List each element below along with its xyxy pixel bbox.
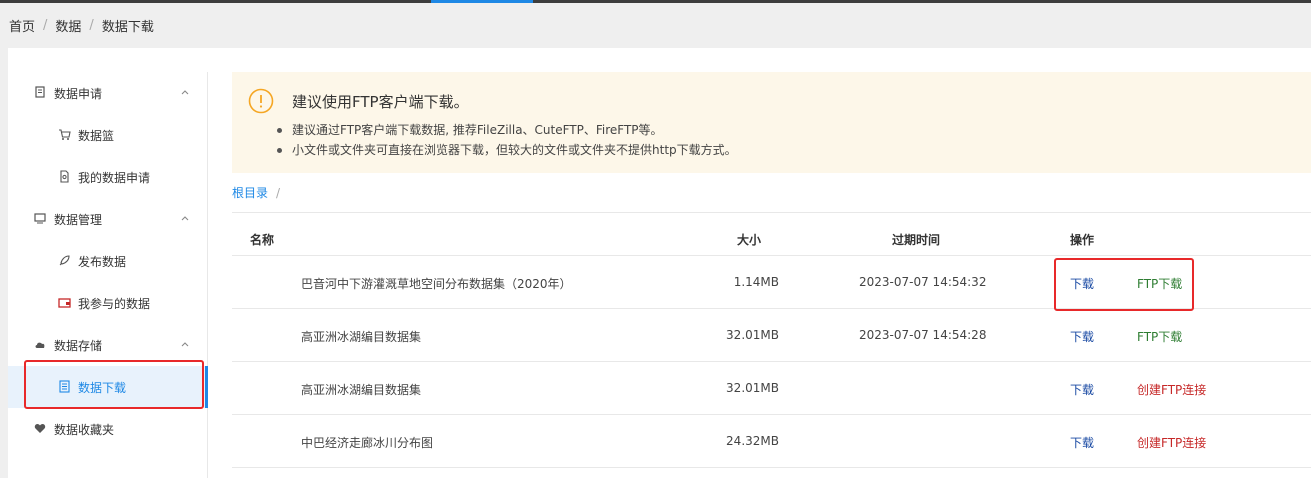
directory-separator: /	[276, 186, 281, 200]
file-size: 1.14MB	[733, 275, 779, 289]
sidebar-group-label: 数据申请	[54, 87, 103, 101]
cloud-icon	[35, 342, 45, 348]
notice-title: 建议使用FTP客户端下载。	[292, 93, 469, 111]
directory-breadcrumb: 根目录 /	[232, 184, 280, 201]
breadcrumb-separator: /	[43, 17, 48, 33]
sidebar-group-data-application[interactable]: 数据申请	[8, 72, 205, 114]
sidebar-item-label: 我参与的数据	[78, 297, 151, 311]
breadcrumb-separator: /	[89, 17, 94, 33]
table-row: 高亚洲冰湖编目数据集 32.01MB 2023-07-07 14:54:28 下…	[232, 308, 1311, 361]
active-indicator	[205, 366, 208, 408]
sidebar-item-my-data-application[interactable]: 我的数据申请	[8, 156, 205, 198]
file-name: 高亚洲冰湖编目数据集	[301, 330, 422, 344]
breadcrumb-current: 数据下载	[101, 19, 154, 35]
create-ftp-link[interactable]: 创建FTP连接	[1137, 434, 1206, 451]
notice-item: 建议通过FTP客户端下载数据, 推荐FileZilla、CuteFTP、Fire…	[277, 120, 737, 140]
document-icon	[35, 86, 45, 98]
column-header-name[interactable]: 名称	[250, 231, 274, 248]
download-link[interactable]: 下载	[1070, 434, 1094, 451]
chevron-up-icon	[181, 342, 189, 347]
column-header-action: 操作	[1070, 233, 1095, 247]
download-link[interactable]: 下载	[1070, 381, 1094, 398]
table-row: 中巴经济走廊冰川分布图 24.32MB 下载 创建FTP连接	[232, 414, 1311, 467]
divider	[232, 212, 1311, 213]
monitor-icon	[34, 213, 46, 224]
top-strip	[0, 0, 1311, 3]
cart-icon	[59, 129, 71, 140]
file-size: 32.01MB	[726, 328, 779, 342]
sidebar-group-label: 数据存储	[54, 339, 103, 353]
create-ftp-link[interactable]: 创建FTP连接	[1137, 381, 1206, 398]
column-header-size[interactable]: 大小	[737, 231, 761, 248]
file-icon	[60, 170, 69, 183]
file-name: 高亚洲冰湖编目数据集	[301, 383, 422, 397]
sidebar-group-data-favorites[interactable]: 数据收藏夹	[8, 408, 205, 450]
breadcrumb: 首页 / 数据 / 数据下载	[9, 15, 154, 35]
download-link[interactable]: 下载	[1070, 328, 1094, 345]
sidebar-item-publish-data[interactable]: 发布数据	[8, 240, 205, 282]
notice-item: 小文件或文件夹可直接在浏览器下载，但较大的文件或文件夹不提供http下载方式。	[277, 140, 737, 160]
directory-root-link[interactable]: 根目录	[232, 186, 268, 200]
sidebar-item-participated-data[interactable]: 我参与的数据	[8, 282, 205, 324]
chevron-up-icon	[181, 90, 189, 95]
notice-list: 建议通过FTP客户端下载数据, 推荐FileZilla、CuteFTP、Fire…	[277, 120, 737, 160]
sidebar-group-label: 数据管理	[54, 213, 103, 227]
chevron-up-icon	[181, 216, 189, 221]
sidebar: 数据申请 数据篮 我的数据申请 数据管理 发布数据 我参与的数据 数据存储 数据…	[8, 72, 208, 478]
warning-icon	[248, 88, 274, 114]
ftp-notice: 建议使用FTP客户端下载。 建议通过FTP客户端下载数据, 推荐FileZill…	[232, 72, 1311, 173]
rocket-icon	[59, 255, 70, 266]
file-size: 32.01MB	[726, 381, 779, 395]
breadcrumb-home[interactable]: 首页	[9, 16, 35, 35]
wallet-icon	[58, 298, 71, 308]
expire-time: 2023-07-07 14:54:32	[859, 275, 987, 289]
table-row-partial	[232, 467, 1311, 478]
sidebar-group-label: 数据收藏夹	[54, 423, 115, 437]
heart-icon	[34, 424, 46, 433]
file-name: 中巴经济走廊冰川分布图	[301, 436, 434, 450]
table-row: 高亚洲冰湖编目数据集 32.01MB 下载 创建FTP连接	[232, 361, 1311, 414]
sidebar-item-label: 我的数据申请	[78, 171, 151, 185]
file-size: 24.32MB	[726, 434, 779, 448]
sidebar-item-data-basket[interactable]: 数据篮	[8, 114, 205, 156]
breadcrumb-data[interactable]: 数据	[55, 16, 81, 35]
column-header-expire[interactable]: 过期时间	[892, 231, 940, 248]
table-header: 名称 大小 过期时间 操作	[232, 225, 1311, 255]
file-name: 巴音河中下游灌溉草地空间分布数据集（2020年）	[301, 277, 572, 291]
expire-time: 2023-07-07 14:54:28	[859, 328, 987, 342]
highlight-box-sidebar	[24, 360, 204, 409]
ftp-download-link[interactable]: FTP下载	[1137, 328, 1182, 345]
sidebar-item-label: 发布数据	[78, 255, 127, 269]
sidebar-group-data-management[interactable]: 数据管理	[8, 198, 205, 240]
highlight-box-actions	[1054, 258, 1194, 311]
sidebar-item-label: 数据篮	[78, 129, 115, 143]
top-strip-accent	[431, 0, 533, 3]
